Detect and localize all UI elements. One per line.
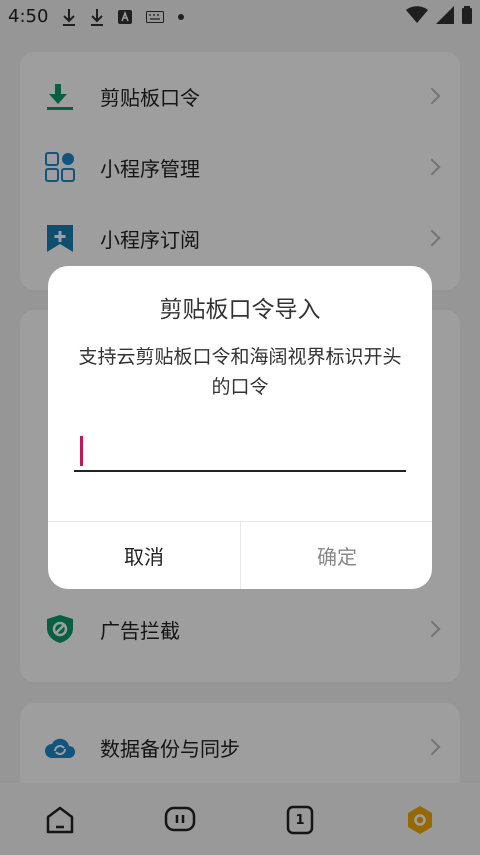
cancel-button[interactable]: 取消 bbox=[48, 522, 240, 589]
clipboard-import-dialog: 剪贴板口令导入 支持云剪贴板口令和海阔视界标识开头的口令 取消 确定 bbox=[48, 266, 432, 589]
dialog-message: 支持云剪贴板口令和海阔视界标识开头的口令 bbox=[78, 346, 402, 398]
confirm-button[interactable]: 确定 bbox=[241, 522, 432, 589]
dialog-title: 剪贴板口令导入 bbox=[159, 297, 321, 323]
text-caret bbox=[80, 436, 83, 466]
clipboard-code-input[interactable] bbox=[74, 430, 406, 472]
